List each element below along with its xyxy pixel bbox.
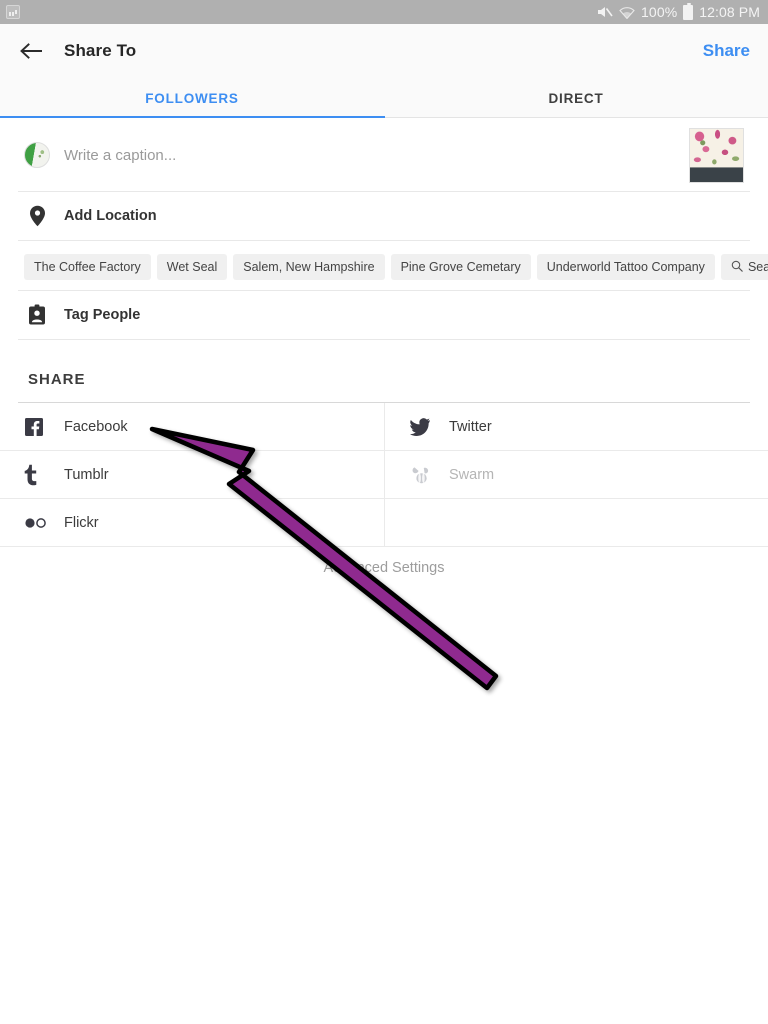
caption-row [0, 119, 768, 191]
status-bar: 100% 12:08 PM [0, 0, 768, 24]
back-arrow-icon[interactable] [18, 38, 44, 64]
share-option-label: Flickr [64, 514, 99, 531]
add-location-label: Add Location [64, 208, 157, 224]
facebook-icon [24, 417, 48, 437]
location-suggestion-chips: The Coffee Factory Wet Seal Salem, New H… [0, 252, 768, 282]
chip-the-coffee-factory[interactable]: The Coffee Factory [24, 254, 151, 280]
wifi-icon [619, 6, 635, 19]
chip-pine-grove-cemetary[interactable]: Pine Grove Cemetary [390, 254, 531, 280]
tag-people-label: Tag People [64, 307, 141, 323]
share-option-flickr[interactable]: Flickr [0, 499, 384, 547]
chip-search-label: Search [747, 260, 768, 274]
battery-percent: 100% [641, 4, 678, 20]
person-badge-icon [24, 304, 50, 326]
location-pin-icon [24, 205, 50, 227]
tab-followers[interactable]: FOLLOWERS [0, 78, 384, 118]
post-thumbnail[interactable] [689, 127, 744, 183]
caption-input[interactable] [64, 146, 689, 164]
battery-full-icon [683, 2, 694, 20]
add-location-row[interactable]: Add Location [0, 192, 768, 240]
chip-salem-new-hampshire[interactable]: Salem, New Hampshire [233, 254, 385, 280]
tumblr-icon [24, 464, 48, 486]
status-bar-right: 100% 12:08 PM [597, 2, 760, 20]
screen-root: 100% 12:08 PM Share To Share FOLLOWERS D… [0, 0, 768, 1024]
page-title: Share To [64, 41, 137, 60]
tab-active-indicator [0, 116, 385, 118]
share-button[interactable]: Share [703, 41, 750, 61]
search-icon [731, 260, 743, 275]
app-bar: Share To Share [0, 24, 768, 78]
status-bar-clock: 12:08 PM [699, 4, 760, 20]
twitter-icon [409, 417, 433, 437]
avatar [24, 142, 50, 168]
share-section-heading: SHARE [28, 371, 86, 388]
divider-below-location [18, 240, 750, 241]
status-bar-left [6, 5, 20, 19]
flickr-icon [24, 517, 48, 529]
advanced-settings-link[interactable]: Advanced Settings [0, 560, 768, 576]
tab-direct[interactable]: DIRECT [384, 78, 768, 118]
chip-wet-seal[interactable]: Wet Seal [156, 254, 228, 280]
mute-icon [597, 5, 613, 19]
share-grid-empty-cell [384, 499, 768, 547]
share-option-tumblr[interactable]: Tumblr [0, 451, 384, 499]
share-option-facebook[interactable]: Facebook [0, 403, 384, 451]
share-services-grid: Facebook Twitter Tumblr Swarm Flickr [0, 403, 768, 547]
tab-bar: FOLLOWERS DIRECT [0, 78, 768, 118]
share-option-label: Swarm [449, 466, 495, 483]
tag-people-row[interactable]: Tag People [0, 291, 768, 339]
divider-below-tag-people [18, 339, 750, 340]
share-option-twitter[interactable]: Twitter [384, 403, 768, 451]
chip-underworld-tattoo-company[interactable]: Underworld Tattoo Company [536, 254, 715, 280]
share-option-label: Tumblr [64, 466, 109, 483]
share-option-swarm[interactable]: Swarm [384, 451, 768, 499]
chip-search[interactable]: Search [720, 254, 768, 280]
share-option-label: Twitter [449, 418, 492, 435]
swarm-icon [409, 465, 433, 485]
gallery-icon [6, 5, 20, 19]
share-option-label: Facebook [64, 418, 128, 435]
